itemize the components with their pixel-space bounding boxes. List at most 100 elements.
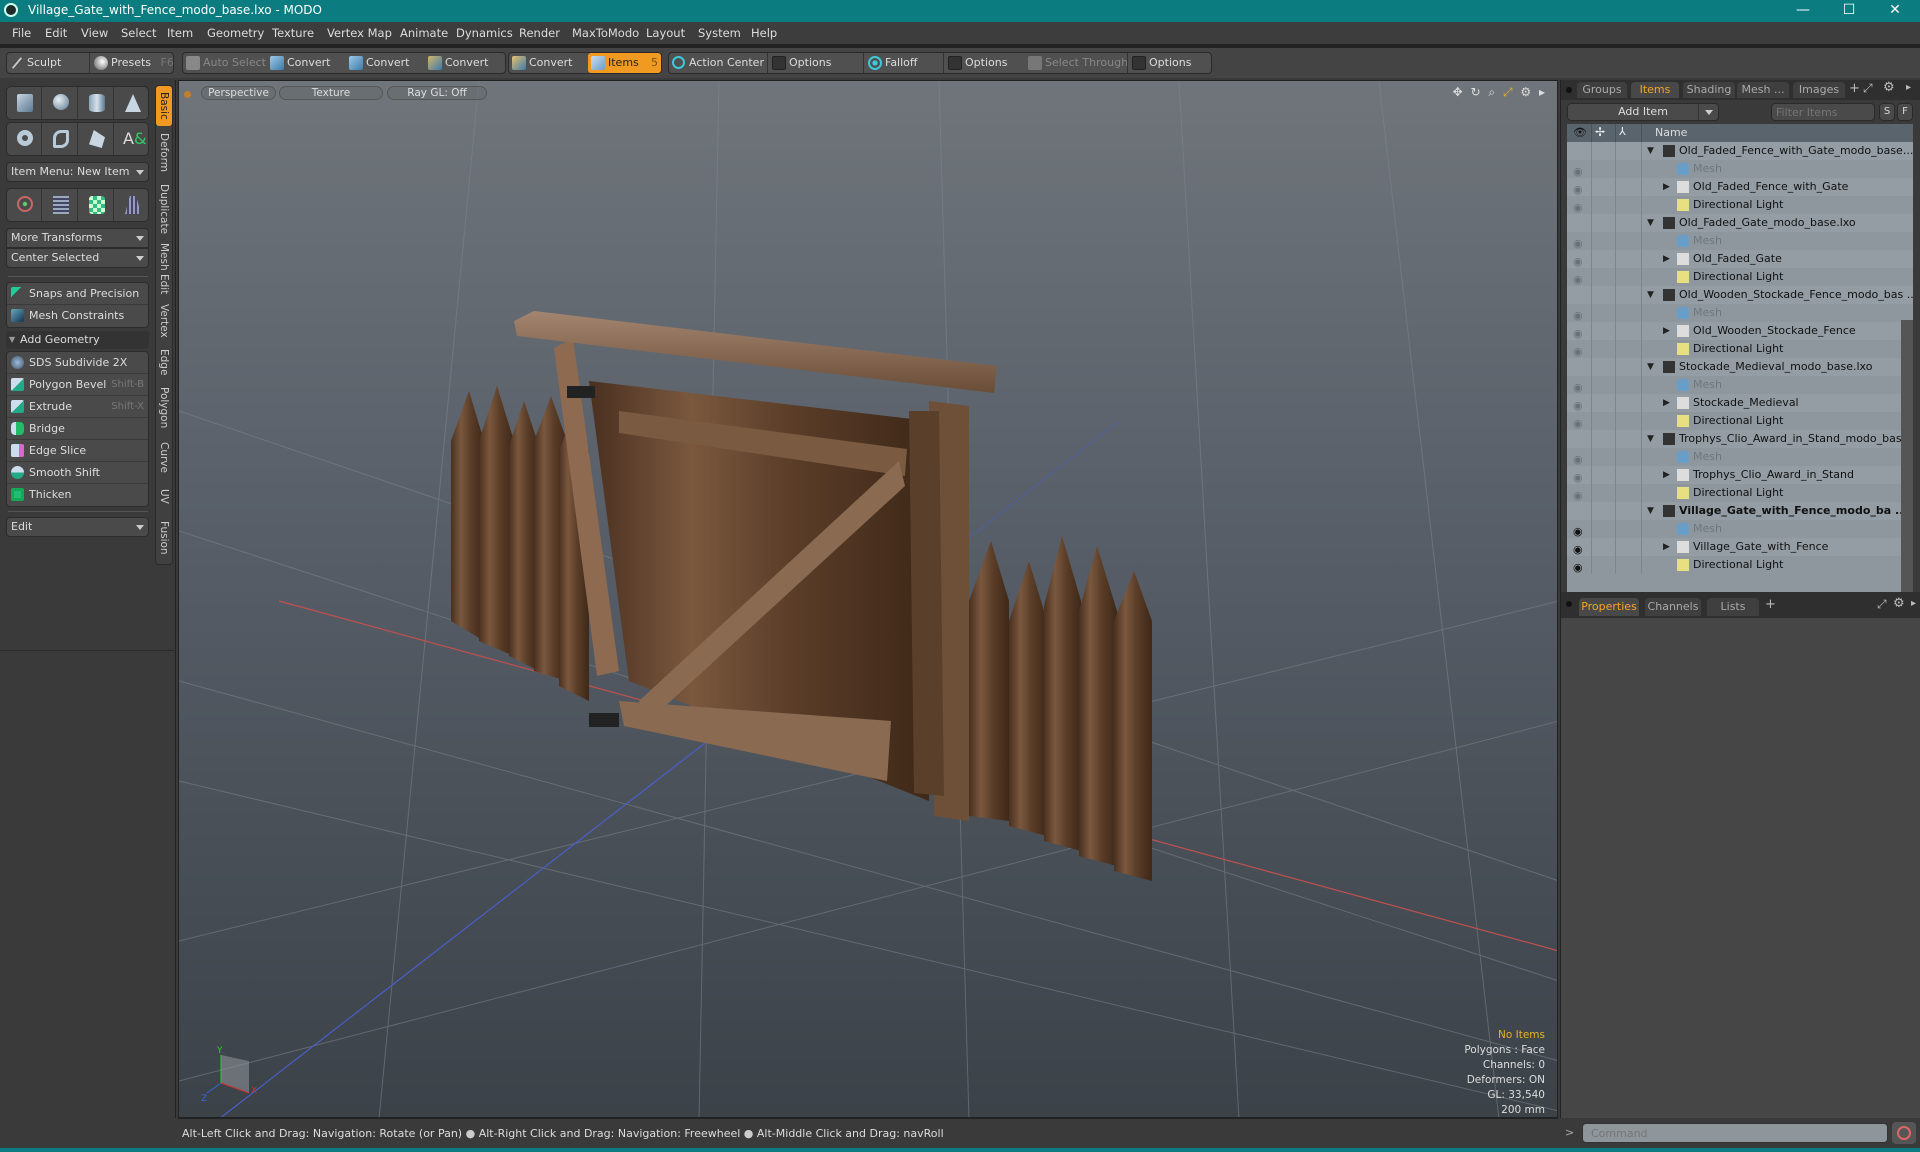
perspective-dropdown[interactable]: Perspective [201,86,276,100]
tab-duplicate[interactable]: Duplicate [156,180,172,238]
menu-texture[interactable]: Texture [272,26,314,40]
panel-settings-gear-icon[interactable]: ⚙ [1883,80,1895,95]
axis-column-icon[interactable]: ⅄ [1619,125,1626,138]
filter-items-input[interactable] [1771,103,1875,121]
taper-button[interactable] [115,189,150,221]
tab-properties[interactable]: Properties [1579,598,1639,616]
presets-button[interactable]: Presets F6 [91,53,174,73]
tree-row-scene[interactable]: ▼ Old_Faded_Fence_with_Gate_modo_base.... [1567,142,1913,160]
tree-row-mesh[interactable]: ◉ Mesh [1567,232,1913,250]
expand-triangle-icon[interactable]: ▼ [1647,502,1654,520]
tree-row-group[interactable]: ◉ ▶ Village_Gate_with_Fence [1567,538,1913,556]
tab-images[interactable]: Images [1793,82,1845,98]
expand-triangle-icon[interactable]: ▶ [1663,466,1670,484]
auto-select-button[interactable]: Auto Select [183,53,266,73]
menu-view[interactable]: View [81,26,108,40]
menu-edit[interactable]: Edit [45,26,67,40]
thicken-button[interactable]: Thicken [7,484,148,506]
pan-icon[interactable]: ✥ [1453,85,1463,99]
tree-row-mesh[interactable]: ◉ Mesh [1567,448,1913,466]
tab-polygon[interactable]: Polygon [156,382,172,434]
tab-shading[interactable]: Shading [1683,82,1735,98]
tree-row-scene[interactable]: ▼ Old_Wooden_Stockade_Fence_modo_bas ... [1567,286,1913,304]
action-center-options-button[interactable]: Options [769,53,863,73]
convert-edges-button[interactable]: Convert [346,53,424,73]
f-filter-button[interactable]: F [1897,103,1913,121]
add-geometry-section[interactable]: ▼ Add Geometry [6,331,149,349]
record-macro-button[interactable] [1892,1122,1916,1144]
bridge-button[interactable]: Bridge [7,418,148,440]
tree-row-group[interactable]: ◉ ▶ Old_Faded_Gate [1567,250,1913,268]
more-transforms-dropdown[interactable]: More Transforms [6,228,149,248]
snaps-and-precision-button[interactable]: Snaps and Precision [7,283,148,305]
menu-render[interactable]: Render [519,26,560,40]
tree-row-mesh[interactable]: ◉ Mesh [1567,304,1913,322]
add-item-button[interactable]: Add Item [1567,103,1719,121]
smooth-shift-button[interactable]: Smooth Shift [7,462,148,484]
menu-file[interactable]: File [12,26,31,40]
panel-settings-gear-icon[interactable]: ⚙ [1893,596,1905,611]
viewport-settings-gear-icon[interactable]: ⚙ [1520,85,1531,99]
menu-help[interactable]: Help [751,26,777,40]
action-center-button[interactable]: Action Center [669,53,767,73]
falloff-button[interactable]: Falloff [865,53,943,73]
menu-geometry[interactable]: Geometry [207,26,264,40]
name-column-header[interactable]: Name [1655,126,1687,139]
tree-row-mesh[interactable]: ◉ Mesh [1567,160,1913,178]
lattice-button[interactable] [43,189,78,221]
tab-deform[interactable]: Deform [156,128,172,178]
edge-slice-button[interactable]: Edge Slice [7,440,148,462]
select-through-button[interactable]: Select Through [1025,53,1128,73]
convert-materials-button[interactable]: Convert [509,53,587,73]
select-through-options-button[interactable]: Options [1129,53,1211,73]
add-tab-plus-icon[interactable]: + [1849,81,1860,96]
expand-triangle-icon[interactable]: ▼ [1647,142,1654,160]
tree-row-light[interactable]: ◉ Directional Light [1567,196,1913,214]
cylinder-button[interactable] [79,87,114,119]
zoom-icon[interactable]: ⌕ [1488,85,1495,99]
tree-row-group[interactable]: ◉ ▶ Old_Faded_Fence_with_Gate [1567,178,1913,196]
falloff-options-button[interactable]: Options [945,53,1023,73]
tab-groups[interactable]: Groups [1577,82,1627,98]
menu-animate[interactable]: Animate [400,26,448,40]
tab-basic[interactable]: Basic [156,86,172,126]
expand-triangle-icon[interactable]: ▶ [1663,538,1670,556]
tab-mesh[interactable]: Mesh ... [1737,82,1789,98]
tree-row-scene[interactable]: ▼ Stockade_Medieval_modo_base.lxo [1567,358,1913,376]
add-item-dropdown-arrow[interactable] [1698,104,1718,120]
tree-row-scene[interactable]: ▼ Trophys_Clio_Award_in_Stand_modo_base..… [1567,430,1913,448]
expand-panel-icon[interactable]: ⤢ [1877,597,1887,612]
expand-triangle-icon[interactable]: ▼ [1647,286,1654,304]
lock-column-icon[interactable]: ✢ [1595,125,1605,139]
tree-row-scene[interactable]: ▼ Village_Gate_with_Fence_modo_ba ... [1567,502,1913,520]
s-filter-button[interactable]: S [1879,103,1895,121]
visibility-eye-icon[interactable]: ◉ [1573,559,1583,577]
viewport-menu-arrow-icon[interactable]: ▸ [1539,85,1545,99]
sds-subdivide-button[interactable]: SDS Subdivide 2X [7,352,148,374]
mesh-constraints-button[interactable]: Mesh Constraints [7,305,148,327]
tab-vertex[interactable]: Vertex [156,300,172,342]
maximize-viewport-icon[interactable]: ⤢ [1503,85,1513,99]
3d-viewport[interactable]: Perspective Texture Ray GL: Off ✥ ↻ ⌕ ⤢ … [178,80,1558,1118]
tab-edge[interactable]: Edge [156,344,172,380]
tab-curve[interactable]: Curve [156,436,172,478]
tree-row-light[interactable]: ◉ Directional Light [1567,340,1913,358]
expand-triangle-icon[interactable]: ▶ [1663,394,1670,412]
raygl-toggle[interactable]: Ray GL: Off [387,86,487,100]
capsule-button[interactable] [43,123,78,155]
menu-system[interactable]: System [698,26,741,40]
edit-dropdown[interactable]: Edit [6,517,149,537]
polygon-bevel-button[interactable]: Polygon Bevel Shift-B [7,374,148,396]
text-tool-button[interactable]: A& [115,123,150,155]
tree-row-light[interactable]: ◉ Directional Light [1567,556,1913,574]
menu-maxtomodo[interactable]: MaxToModo [572,26,639,40]
menu-select[interactable]: Select [121,26,156,40]
shading-dropdown[interactable]: Texture [279,86,383,100]
tree-row-group[interactable]: ◉ ▶ Trophys_Clio_Award_in_Stand [1567,466,1913,484]
tree-row-light[interactable]: ◉ Directional Light [1567,412,1913,430]
uv-checker-button[interactable] [79,189,114,221]
panel-menu-arrow-icon[interactable]: ▸ [1906,82,1911,93]
tab-fusion[interactable]: Fusion [156,514,172,562]
expand-triangle-icon[interactable]: ▶ [1663,250,1670,268]
sphere-button[interactable] [43,87,78,119]
